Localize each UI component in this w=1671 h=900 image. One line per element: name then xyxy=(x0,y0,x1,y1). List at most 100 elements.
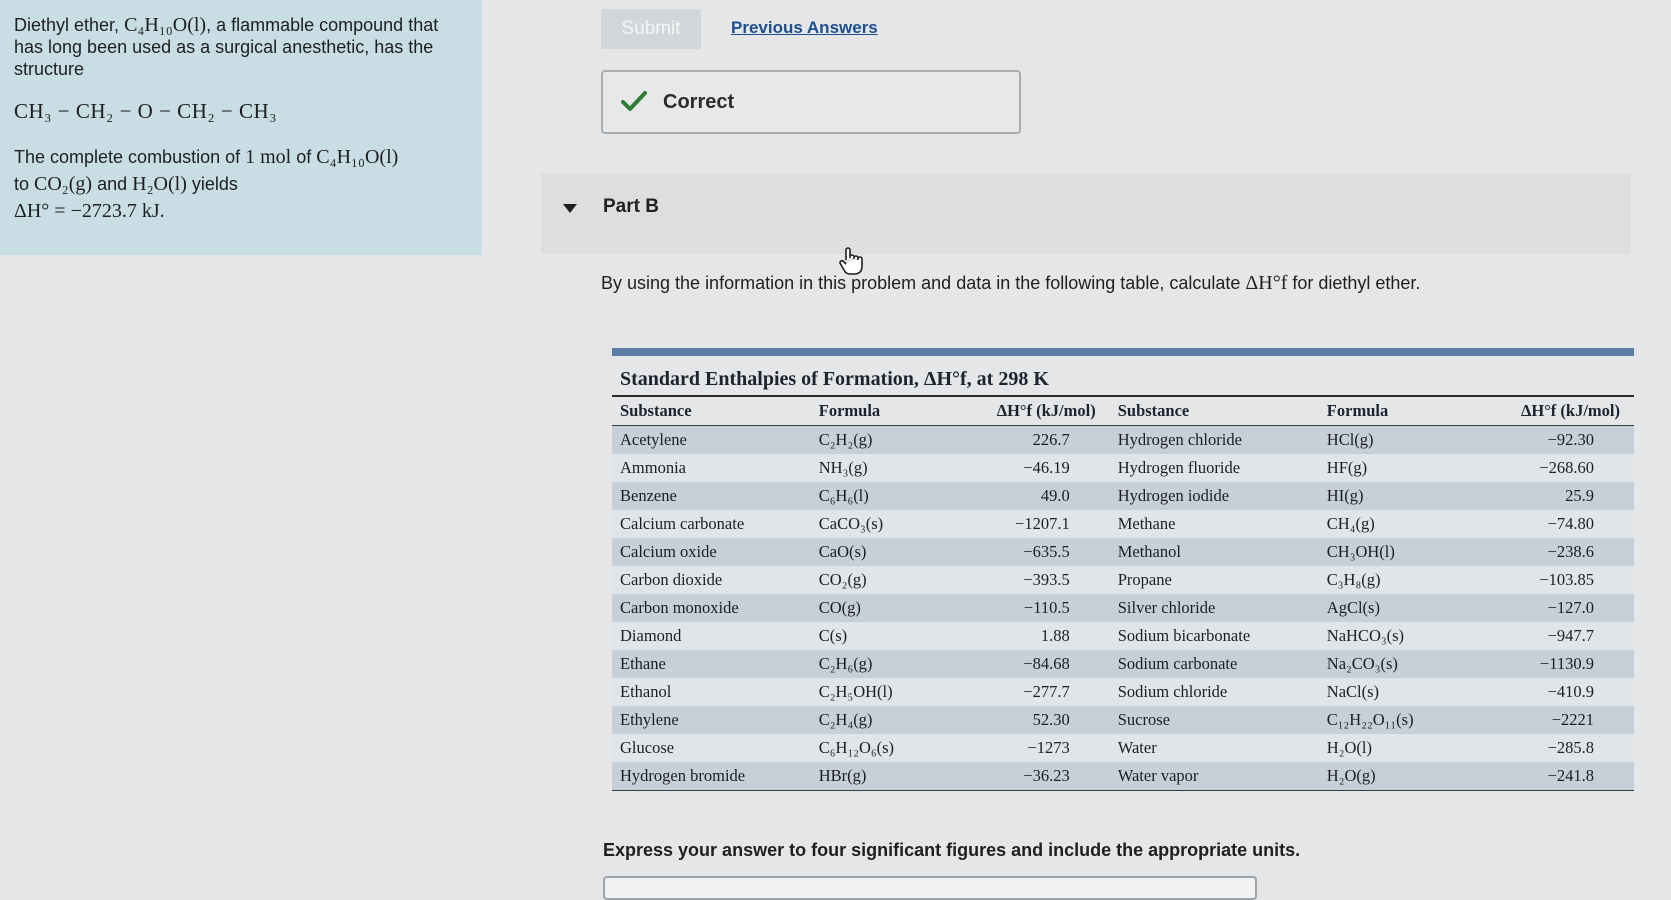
cell-formula-b: H₂O(g) xyxy=(1318,762,1464,791)
cell-substance-b: Hydrogen chloride xyxy=(1109,425,1319,454)
part-b-question: By using the information in this problem… xyxy=(601,272,1601,295)
cell-substance-b: Water vapor xyxy=(1109,762,1319,791)
cell-dhf-b: −2221 xyxy=(1463,706,1634,734)
cell-dhf-b: −103.85 xyxy=(1463,566,1634,594)
correct-feedback-box: Correct xyxy=(601,70,1021,134)
cell-substance-a: Acetylene xyxy=(612,425,811,454)
correct-label: Correct xyxy=(663,91,735,113)
cell-formula-a: CO₂(g) xyxy=(810,566,940,594)
cell-formula-a: C₂H₂(g) xyxy=(810,425,940,454)
combustion-text-1: The complete combustion of xyxy=(14,147,246,167)
cell-substance-b: Sodium bicarbonate xyxy=(1109,622,1319,650)
cell-dhf-a: −393.5 xyxy=(939,566,1110,594)
cell-formula-b: NaHCO₃(s) xyxy=(1318,622,1464,650)
question-prefix: By using the information in this problem… xyxy=(601,273,1246,293)
cell-substance-a: Ethane xyxy=(612,650,811,678)
collapse-triangle-icon[interactable] xyxy=(563,204,577,213)
table-row: Ethanol C₂H₅OH(l) −277.7 Sodium chloride NaC… xyxy=(612,678,1634,706)
intro-formula: C₄H₁₀O(l) xyxy=(124,14,207,36)
cell-substance-a: Hydrogen bromide xyxy=(612,762,811,791)
cell-dhf-a: 226.7 xyxy=(939,425,1110,454)
table-row: Benzene C₆H₆(l) 49.0 Hydrogen iodide HI(g) 25… xyxy=(612,482,1634,510)
answer-input-box[interactable] xyxy=(603,876,1257,900)
problem-intro: Diethyl ether, C₄H₁₀O(l), a flammable co… xyxy=(14,14,468,80)
cell-formula-b: CH₄(g) xyxy=(1318,510,1464,538)
table-row: Glucose C₆H₁₂O₆(s) −1273 Water H₂O(l) −285.8 xyxy=(612,734,1634,762)
cell-dhf-b: −238.6 xyxy=(1463,538,1634,566)
enthalpy-table: Substance Formula ΔH°f (kJ/mol) Substanc… xyxy=(612,397,1634,791)
cell-substance-a: Diamond xyxy=(612,622,811,650)
cell-formula-b: HI(g) xyxy=(1318,482,1464,510)
cell-substance-b: Methanol xyxy=(1109,538,1319,566)
cell-dhf-a: 1.88 xyxy=(939,622,1110,650)
combustion-amount: 1 mol xyxy=(245,146,292,168)
cell-substance-b: Hydrogen iodide xyxy=(1109,482,1319,510)
cell-formula-a: C(s) xyxy=(810,622,940,650)
cell-dhf-b: −92.30 xyxy=(1463,425,1634,454)
table-row: Carbon dioxide CO₂(g) −393.5 Propane C₃H₈(g)… xyxy=(612,566,1634,594)
cell-formula-b: H₂O(l) xyxy=(1318,734,1464,762)
cell-substance-b: Methane xyxy=(1109,510,1319,538)
combustion-formula: C₄H₁₀O(l) xyxy=(316,146,399,168)
cell-substance-a: Benzene xyxy=(612,482,811,510)
cell-formula-a: NH₃(g) xyxy=(810,454,940,482)
cell-dhf-b: −74.80 xyxy=(1463,510,1634,538)
part-b-header[interactable]: Part B xyxy=(541,174,1631,254)
product-co2: CO₂(g) xyxy=(34,173,93,195)
cell-dhf-a: 52.30 xyxy=(939,706,1110,734)
cell-formula-b: HCl(g) xyxy=(1318,425,1464,454)
cell-dhf-b: −241.8 xyxy=(1463,762,1634,791)
cell-substance-a: Calcium carbonate xyxy=(612,510,811,538)
cell-dhf-a: −84.68 xyxy=(939,650,1110,678)
intro-text-1: Diethyl ether, xyxy=(14,15,125,35)
cell-substance-a: Carbon dioxide xyxy=(612,566,811,594)
table-top-bar xyxy=(612,348,1634,356)
cell-dhf-a: −635.5 xyxy=(939,538,1110,566)
cell-dhf-b: −1130.9 xyxy=(1463,650,1634,678)
part-label: Part B xyxy=(603,196,659,217)
cell-dhf-a: −46.19 xyxy=(939,454,1110,482)
cell-formula-a: C₂H₄(g) xyxy=(810,706,940,734)
cell-substance-b: Sucrose xyxy=(1109,706,1319,734)
table-row: Calcium carbonate CaCO₃(s) −1207.1 Methane C… xyxy=(612,510,1634,538)
question-suffix: for diethyl ether. xyxy=(1287,273,1421,293)
cell-substance-a: Ammonia xyxy=(612,454,811,482)
table-row: Ethylene C₂H₄(g) 52.30 Sucrose C₁₂H₂₂O₁₁(s) −… xyxy=(612,706,1634,734)
table-row: Ammonia NH₃(g) −46.19 Hydrogen fluoride HF(g… xyxy=(612,454,1634,482)
cell-substance-b: Sodium chloride xyxy=(1109,678,1319,706)
cell-formula-a: CO(g) xyxy=(810,594,940,622)
table-row: Ethane C₂H₆(g) −84.68 Sodium carbonate Na₂CO… xyxy=(612,650,1634,678)
product-h2o: H₂O(l) xyxy=(132,173,187,195)
table-row: Carbon monoxide CO(g) −110.5 Silver chlorid… xyxy=(612,594,1634,622)
cell-formula-b: HF(g) xyxy=(1318,454,1464,482)
submit-button[interactable]: Submit xyxy=(601,9,701,49)
cell-formula-a: C₆H₆(l) xyxy=(810,482,940,510)
cell-formula-b: C₁₂H₂₂O₁₁(s) xyxy=(1318,706,1464,734)
cell-dhf-b: 25.9 xyxy=(1463,482,1634,510)
previous-answers-link[interactable]: Previous Answers xyxy=(731,18,878,38)
cell-substance-b: Silver chloride xyxy=(1109,594,1319,622)
cell-substance-a: Ethanol xyxy=(612,678,811,706)
combustion-enthalpy: ΔH° = −2723.7 kJ. xyxy=(14,200,165,222)
cell-substance-a: Ethylene xyxy=(612,706,811,734)
cell-formula-a: HBr(g) xyxy=(810,762,940,791)
cell-formula-b: C₃H₈(g) xyxy=(1318,566,1464,594)
combustion-text-2: of xyxy=(291,147,317,167)
cell-formula-b: NaCl(s) xyxy=(1318,678,1464,706)
combustion-statement: The complete combustion of 1 mol of C₄H₁… xyxy=(14,144,468,225)
cell-formula-a: CaO(s) xyxy=(810,538,940,566)
cell-dhf-b: −410.9 xyxy=(1463,678,1634,706)
cell-dhf-b: −268.60 xyxy=(1463,454,1634,482)
table-row: Acetylene C₂H₂(g) 226.7 Hydrogen chloride HC… xyxy=(612,425,1634,454)
cell-substance-a: Calcium oxide xyxy=(612,538,811,566)
table-header-row: Substance Formula ΔH°f (kJ/mol) Substanc… xyxy=(612,397,1634,426)
header-dhf-1: ΔH°f (kJ/mol) xyxy=(939,397,1110,426)
cell-substance-b: Sodium carbonate xyxy=(1109,650,1319,678)
cell-substance-b: Water xyxy=(1109,734,1319,762)
cell-substance-a: Glucose xyxy=(612,734,811,762)
combustion-yields: yields xyxy=(186,174,238,194)
cell-formula-b: Na₂CO₃(s) xyxy=(1318,650,1464,678)
cell-dhf-b: −285.8 xyxy=(1463,734,1634,762)
cell-formula-b: AgCl(s) xyxy=(1318,594,1464,622)
diethyl-ether-structure: CH₃ − CH₂ − O − CH₂ − CH₃ xyxy=(14,99,278,123)
